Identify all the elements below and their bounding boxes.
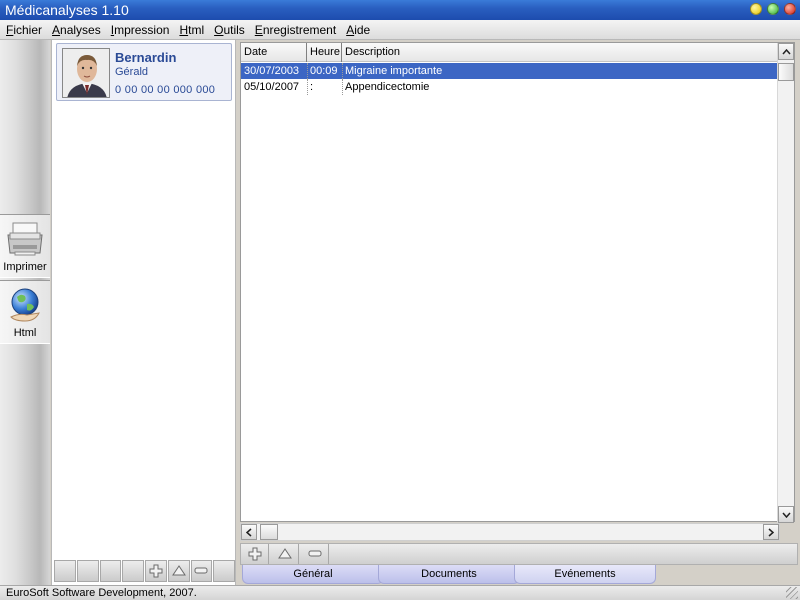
- minus-icon: [308, 550, 321, 557]
- table-row[interactable]: 30/07/2003 00:09 Migraine importante: [241, 63, 781, 79]
- menu-fichier[interactable]: Fichier: [2, 23, 46, 37]
- scroll-right-button[interactable]: [763, 524, 779, 540]
- vertical-scroll-thumb[interactable]: [778, 63, 794, 81]
- patient-first-name: Gérald: [115, 66, 149, 78]
- scroll-down-button[interactable]: [778, 506, 794, 523]
- grid-header: Date Heure Description: [241, 43, 781, 62]
- edit-patient-button[interactable]: [167, 560, 190, 582]
- plus-icon: [248, 547, 261, 561]
- title-bar: Médicanalyses 1.10: [0, 0, 800, 20]
- remove-event-button[interactable]: [301, 544, 329, 564]
- patient-toolbar-slot-2: [76, 560, 99, 582]
- edit-event-button[interactable]: [271, 544, 299, 564]
- html-button[interactable]: Html: [0, 280, 50, 344]
- column-heure[interactable]: Heure: [307, 43, 342, 62]
- status-bar: EuroSoft Software Development, 2007.: [0, 585, 800, 600]
- table-row[interactable]: 05/10/2007 : Appendicectomie: [241, 79, 781, 95]
- add-event-button[interactable]: [241, 544, 269, 564]
- triangle-up-icon: [171, 565, 186, 576]
- tool-strip: Imprimer Html: [0, 40, 50, 585]
- window-title: Médicanalyses 1.10: [5, 2, 129, 18]
- triangle-up-icon: [277, 548, 292, 559]
- events-grid[interactable]: Date Heure Description 30/07/2003 00:09 …: [240, 42, 795, 523]
- remove-patient-button[interactable]: [190, 560, 213, 582]
- vertical-scrollbar[interactable]: [777, 43, 794, 523]
- scroll-up-button[interactable]: [778, 43, 794, 60]
- globe-icon: [5, 285, 45, 325]
- cell-date: 30/07/2003: [244, 65, 300, 77]
- events-toolbar: [240, 543, 798, 565]
- chevron-down-icon: [781, 512, 791, 518]
- tab-documents[interactable]: Documents: [378, 565, 520, 584]
- patient-photo: [62, 48, 110, 98]
- menu-html[interactable]: Html: [175, 23, 208, 37]
- resize-grip-icon[interactable]: [786, 587, 798, 599]
- menu-analyses[interactable]: Analyses: [48, 23, 105, 37]
- patient-last-name: Bernardin: [115, 50, 177, 65]
- print-button[interactable]: Imprimer: [0, 214, 50, 278]
- html-label: Html: [13, 327, 37, 339]
- horizontal-scroll-thumb[interactable]: [260, 524, 278, 540]
- cell-time: :: [310, 81, 314, 93]
- menu-outils[interactable]: Outils: [210, 23, 249, 37]
- status-text: EuroSoft Software Development, 2007.: [6, 587, 197, 599]
- print-label: Imprimer: [3, 261, 47, 273]
- chevron-up-icon: [781, 48, 791, 54]
- column-description[interactable]: Description: [342, 43, 781, 62]
- chevron-right-icon: [768, 527, 774, 537]
- section-tabs: Général Documents Evénements: [242, 565, 656, 585]
- patient-toolbar-slot-1: [54, 560, 76, 582]
- menu-aide[interactable]: Aide: [342, 23, 374, 37]
- tab-general[interactable]: Général: [242, 565, 384, 584]
- maximize-button[interactable]: [767, 3, 779, 15]
- add-patient-button[interactable]: [145, 560, 167, 582]
- menu-enregistrement[interactable]: Enregistrement: [251, 23, 340, 37]
- cell-description: Appendicectomie: [345, 81, 430, 93]
- scroll-left-button[interactable]: [241, 524, 257, 540]
- column-date[interactable]: Date: [241, 43, 307, 62]
- patient-toolbar-slot-8: [213, 560, 235, 582]
- cell-date: 05/10/2007: [244, 81, 300, 93]
- tab-evenements[interactable]: Evénements: [514, 565, 656, 584]
- horizontal-scrollbar[interactable]: [240, 523, 780, 541]
- patient-toolbar-slot-3: [99, 560, 122, 582]
- printer-icon: [5, 219, 45, 259]
- minus-icon: [194, 567, 208, 574]
- window-controls: [750, 3, 796, 15]
- menu-impression[interactable]: Impression: [107, 23, 174, 37]
- minimize-button[interactable]: [750, 3, 762, 15]
- patient-toolbar: [52, 560, 235, 582]
- patient-panel: Bernardin Gérald 0 00 00 00 000 000: [51, 40, 236, 585]
- patient-ssn: 0 00 00 00 000 000: [115, 84, 216, 96]
- patient-toolbar-slot-4: [122, 560, 144, 582]
- menu-bar: Fichier Analyses Impression Html Outils …: [0, 20, 800, 40]
- cell-description: Migraine importante: [345, 65, 443, 77]
- cell-time: 00:09: [310, 65, 338, 77]
- close-button[interactable]: [784, 3, 796, 15]
- plus-icon: [149, 564, 163, 578]
- chevron-left-icon: [246, 527, 252, 537]
- patient-card[interactable]: Bernardin Gérald 0 00 00 00 000 000: [56, 43, 232, 101]
- main-area: Date Heure Description 30/07/2003 00:09 …: [236, 40, 800, 585]
